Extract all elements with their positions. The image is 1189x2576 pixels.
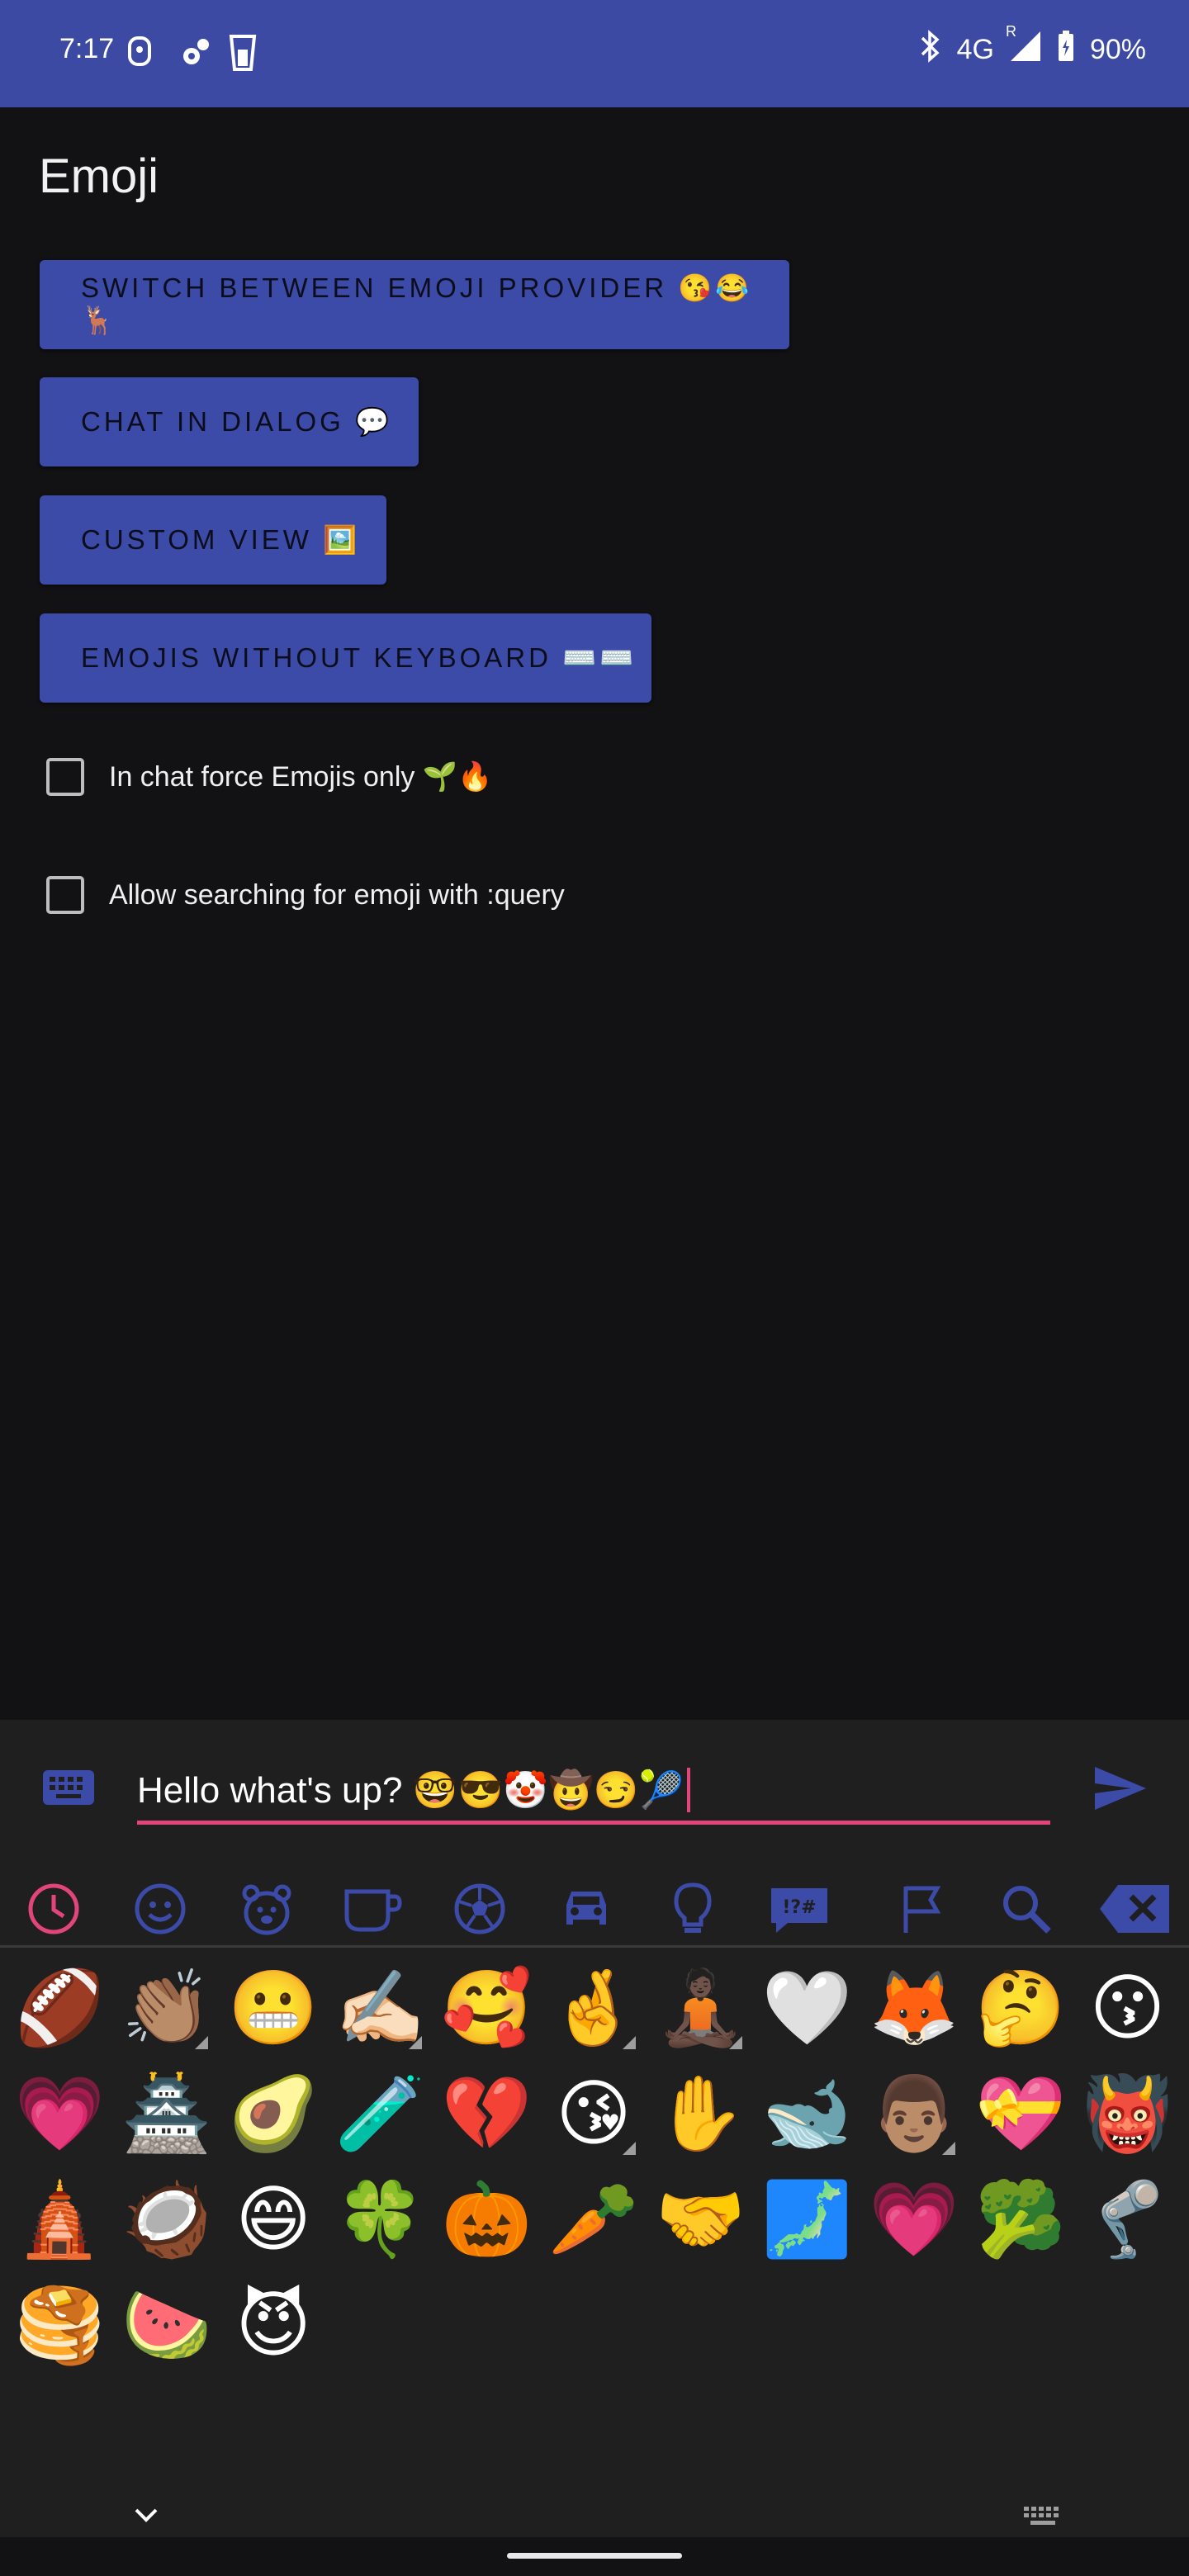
emoji-cell[interactable]: 😄 (220, 2166, 327, 2272)
skin-tone-indicator (728, 2036, 742, 2049)
emoji-cell[interactable]: 🎃 (433, 2166, 540, 2272)
battery-icon (1057, 30, 1075, 70)
emoji-category-bar: !?# (0, 1869, 1189, 1949)
network-type: 4G (956, 34, 994, 65)
bluetooth-icon (917, 30, 942, 70)
status-time: 7:17 (59, 33, 115, 64)
emoji-cell[interactable]: 👹 (1074, 2061, 1181, 2166)
emoji-bottom-bar (0, 2477, 1189, 2537)
keyboard-icon[interactable] (41, 1767, 96, 1808)
search-icon[interactable] (989, 1869, 1063, 1949)
emoji-cell[interactable]: 💔 (433, 2061, 540, 2166)
skin-tone-indicator (622, 2036, 636, 2049)
emoji-cell[interactable]: 🦊 (860, 1955, 967, 2061)
emoji-cell[interactable]: 😈 (220, 2272, 327, 2378)
emoji-cell[interactable]: ✍🏻 (327, 1955, 433, 2061)
search-emoji-checkbox[interactable] (46, 876, 84, 914)
settings-sync-icon (177, 33, 210, 74)
car-icon[interactable] (549, 1869, 623, 1949)
signal-icon: R (1006, 23, 1042, 70)
chat-input-text: Hello what's up? 🤓😎🤡🤠😏🎾 (137, 1769, 685, 1811)
skin-tone-indicator (408, 2036, 422, 2049)
recent-icon[interactable] (17, 1869, 91, 1949)
emoji-cell[interactable]: 👏🏽 (113, 1955, 220, 2061)
chat-input[interactable]: Hello what's up? 🤓😎🤡🤠😏🎾 (137, 1759, 1050, 1825)
custom-view-button[interactable]: CUSTOM VIEW 🖼️ (40, 495, 386, 585)
text-cursor (687, 1767, 691, 1812)
skin-tone-indicator (195, 2036, 209, 2049)
search-emoji-checkbox-row[interactable]: Allow searching for emoji with :query (46, 876, 565, 914)
chat-in-dialog-button[interactable]: CHAT IN DIALOG 💬 (40, 377, 419, 466)
emoji-cell[interactable]: 👨🏽 (860, 2061, 967, 2166)
emoji-cell[interactable]: 💝 (968, 2061, 1074, 2166)
emoji-cell[interactable]: 🤔 (968, 1955, 1074, 2061)
skin-tone-indicator (942, 2142, 956, 2155)
switch-provider-button[interactable]: SWITCH BETWEEN EMOJI PROVIDER 😘😂🦌 (40, 260, 789, 349)
glass-icon (228, 33, 261, 74)
skin-tone-indicator (622, 2142, 636, 2155)
emoji-cell[interactable]: 😗 (1074, 1955, 1181, 2061)
battery-percent: 90% (1089, 34, 1146, 65)
emoji-cell[interactable]: ✋ (647, 2061, 754, 2166)
keyboard-hide-icon[interactable] (1022, 2505, 1063, 2526)
category-divider (0, 1945, 1189, 1948)
emoji-cell[interactable]: 💗 (7, 2061, 113, 2166)
emoji-cell[interactable]: 🥥 (113, 2166, 220, 2272)
emoji-cell[interactable]: 🧘🏿 (647, 1955, 754, 2061)
flag-icon[interactable] (885, 1869, 959, 1949)
emoji-cell[interactable]: 😬 (220, 1955, 327, 2061)
emoji-cell[interactable]: 🥞 (7, 2272, 113, 2378)
emoji-cell[interactable]: 🥰 (433, 1955, 540, 2061)
chevron-down-icon[interactable] (132, 2503, 160, 2528)
smiley-icon[interactable] (123, 1869, 197, 1949)
page-title: Emoji (39, 149, 159, 203)
lightbulb-icon[interactable] (656, 1869, 730, 1949)
send-icon[interactable] (1092, 1764, 1149, 1813)
backspace-icon[interactable] (1098, 1869, 1172, 1949)
force-emojis-label: In chat force Emojis only 🌱🔥 (109, 761, 493, 793)
emoji-cell[interactable]: 🐋 (754, 2061, 860, 2166)
svg-text:!?#: !?# (782, 1897, 816, 1918)
emoji-cell[interactable]: 🥦 (968, 2166, 1074, 2272)
emoji-cell[interactable]: 🏈 (7, 1955, 113, 2061)
emoji-cell[interactable]: 😘 (541, 2061, 647, 2166)
force-emojis-checkbox[interactable] (46, 758, 84, 796)
force-emojis-checkbox-row[interactable]: In chat force Emojis only 🌱🔥 (46, 758, 493, 796)
emoji-cell[interactable]: 🛕 (7, 2166, 113, 2272)
emoji-cell[interactable]: 🤝 (647, 2166, 754, 2272)
emoji-cell[interactable]: 🥕 (541, 2166, 647, 2272)
search-emoji-label: Allow searching for emoji with :query (109, 878, 565, 911)
emojis-without-keyboard-button[interactable]: EMOJIS WITHOUT KEYBOARD ⌨️⌨️ (40, 613, 651, 703)
status-bar: 7:17 4G R 90% (0, 0, 1189, 107)
bear-icon[interactable] (230, 1869, 304, 1949)
home-gesture-bar[interactable] (507, 2553, 682, 2559)
emoji-cell[interactable]: 🗾 (754, 2166, 860, 2272)
emoji-cell[interactable]: 🥑 (220, 2061, 327, 2166)
emoji-cell[interactable]: 🧪 (327, 2061, 433, 2166)
emoji-cell[interactable]: 🍀 (327, 2166, 433, 2272)
emoji-cell[interactable]: 🤍 (754, 1955, 860, 2061)
emoji-cell[interactable]: 💗 (860, 2166, 967, 2272)
emoji-cell[interactable]: 🦿 (1074, 2166, 1181, 2272)
roaming-indicator: R (1005, 23, 1016, 40)
emoji-cell[interactable]: 🤞 (541, 1955, 647, 2061)
emoji-cell[interactable]: 🏯 (113, 2061, 220, 2166)
soccer-ball-icon[interactable] (443, 1869, 517, 1949)
emoji-cell[interactable]: 🍉 (113, 2272, 220, 2378)
notification-icon (126, 33, 159, 74)
symbols-icon[interactable]: !?# (762, 1869, 836, 1949)
cup-icon[interactable] (336, 1869, 410, 1949)
